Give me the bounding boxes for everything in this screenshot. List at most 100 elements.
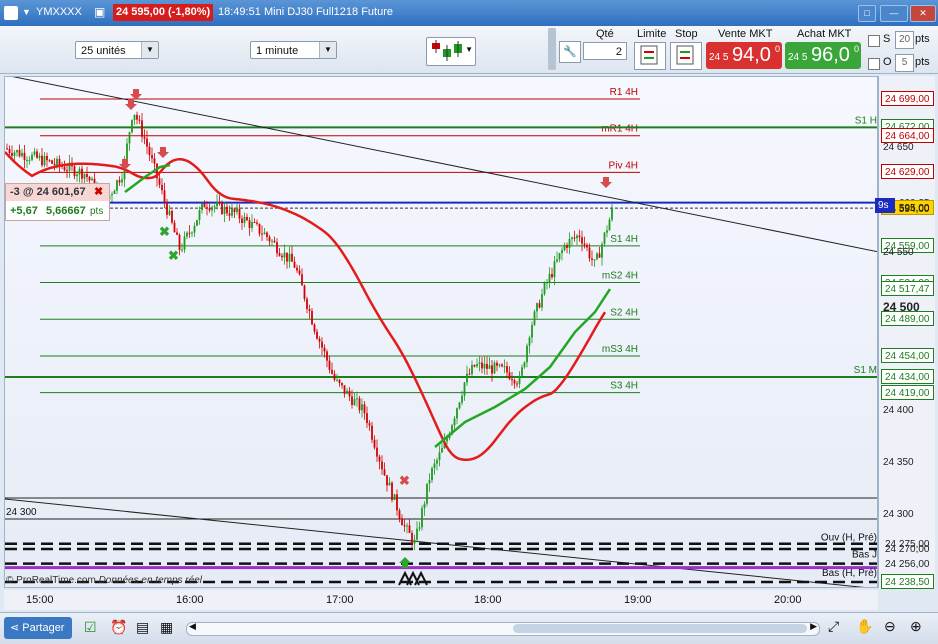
candle-body: [513, 380, 516, 384]
candle-body: [296, 267, 298, 271]
candle-body: [246, 216, 248, 221]
hand-icon[interactable]: ✋: [856, 618, 873, 635]
candle-body: [171, 210, 173, 223]
sell-market-button[interactable]: 24 5 94,0 0: [706, 42, 782, 69]
candle-body: [396, 494, 398, 511]
objective-pts-input[interactable]: 5: [895, 54, 914, 72]
candle-body: [133, 114, 136, 120]
alarm-icon[interactable]: ⏰: [110, 619, 127, 636]
share-button[interactable]: ⋖ Partager: [4, 617, 72, 639]
candle-body: [366, 413, 368, 424]
candle-body: [533, 311, 536, 325]
limit-order-button[interactable]: [634, 42, 666, 70]
countdown-tag: 9s: [875, 197, 895, 213]
stop-order-button[interactable]: [670, 42, 702, 70]
zoom-in-icon[interactable]: ⊕: [910, 618, 922, 635]
sell-arrow-icon: [130, 89, 142, 100]
close-icon[interactable]: ✕: [910, 5, 936, 22]
time-scrollbar[interactable]: ◀ ▶: [186, 621, 820, 636]
candle-body: [73, 166, 76, 177]
price-axis[interactable]: 24 699,0024 672,0024 664,0024 629,0024 6…: [875, 76, 935, 589]
candle-body: [571, 237, 573, 240]
price-chart[interactable]: R1 4H mR1 4H Piv 4H S1 4H mS2 4H S2 4H mS3 4H S…: [4, 76, 878, 588]
scroll-left-icon[interactable]: ◀: [189, 621, 196, 632]
level-label: S3 4H: [610, 381, 638, 392]
calendar-icon[interactable]: ▦: [160, 619, 173, 636]
favorite-star-icon[interactable]: ▣: [94, 4, 105, 21]
stop-pts-input[interactable]: 20: [895, 31, 914, 49]
scroll-right-icon[interactable]: ▶: [810, 621, 817, 632]
candle-body: [391, 482, 393, 500]
stop-checkbox[interactable]: [868, 35, 880, 47]
close-position-icon[interactable]: ✖: [94, 185, 103, 198]
candle-body: [591, 258, 593, 260]
zoom-out-icon[interactable]: ⊖: [884, 618, 896, 635]
candle-body: [408, 525, 411, 533]
candle-body: [276, 242, 278, 254]
candle-body: [421, 508, 423, 528]
wrench-icon[interactable]: 🔧: [559, 41, 581, 63]
candle-body: [28, 159, 31, 161]
candle-body: [521, 367, 523, 376]
candlestick-icon: [432, 40, 462, 61]
units-select[interactable]: 25 unités ▼: [75, 41, 159, 59]
objective-checkbox[interactable]: [868, 58, 880, 70]
candle-body: [116, 180, 118, 191]
candle-body: [493, 362, 496, 374]
candle-body: [468, 373, 471, 375]
chevron-down-icon[interactable]: ▼: [319, 42, 336, 58]
interval-select-value: 1 minute: [256, 45, 299, 57]
price-axis-tick: 24 400: [883, 404, 914, 416]
candle-body: [428, 480, 431, 484]
sell-market-label: Vente MKT: [718, 28, 773, 40]
restore-icon[interactable]: □: [858, 5, 876, 22]
checklist-icon[interactable]: ☑: [84, 619, 97, 636]
time-axis[interactable]: 15:00 16:00 17:00 18:00 19:00 20:00: [4, 590, 878, 610]
candle-body: [441, 448, 443, 453]
chart-type-button[interactable]: ▼: [426, 37, 476, 66]
candle-body: [326, 351, 328, 361]
price-axis-box: 24 664,00: [881, 127, 934, 143]
chevron-down-icon[interactable]: ▼: [465, 45, 473, 54]
candle-body: [216, 202, 218, 207]
candles-group: [6, 111, 613, 551]
position-box[interactable]: -3 @ 24 601,67 ✖ +5,67 5,66667 pts: [5, 183, 110, 221]
units-select-value: 25 unités: [81, 45, 126, 57]
candle-body: [343, 385, 346, 394]
candle-body: [46, 155, 48, 161]
price-change-badge: 24 595,00 (-1,80%): [113, 4, 214, 21]
candle-body: [388, 482, 391, 486]
candle-body: [241, 218, 243, 223]
candle-body: [398, 510, 401, 519]
minimize-icon[interactable]: —: [880, 5, 908, 22]
candle-body: [43, 155, 46, 166]
chevron-down-icon[interactable]: ▼: [22, 4, 31, 21]
candle-body: [461, 395, 463, 403]
candle-body: [183, 236, 186, 250]
stop-order-icon: [676, 45, 694, 65]
buy-market-button[interactable]: 24 5 96,0 0: [785, 42, 861, 69]
candle-body: [311, 310, 313, 325]
list-icon[interactable]: ▤: [136, 619, 149, 636]
expand-icon[interactable]: ⤢: [828, 618, 839, 635]
candle-body: [111, 193, 113, 196]
quantity-input[interactable]: 2: [583, 42, 627, 60]
app-icon: [4, 6, 18, 20]
candle-body: [21, 152, 23, 157]
candle-body: [411, 532, 413, 544]
candle-body: [416, 528, 418, 540]
candle-body: [298, 270, 301, 275]
symbol-label[interactable]: YMXXXX: [36, 4, 82, 21]
share-icon: ⋖: [10, 622, 20, 634]
chart-canvas[interactable]: R1 4H mR1 4H Piv 4H S1 4H mS2 4H S2 4H mS3 4H S…: [5, 77, 878, 588]
position-order: -3 @ 24 601,67: [10, 186, 86, 198]
candle-body: [256, 222, 258, 224]
interval-select[interactable]: 1 minute ▼: [250, 41, 337, 59]
candle-body: [211, 207, 213, 211]
chevron-down-icon[interactable]: ▼: [141, 42, 158, 58]
scrollbar-thumb[interactable]: [513, 624, 807, 633]
candle-body: [201, 203, 203, 211]
buy-price-big: 96,0: [811, 44, 850, 66]
candle-body: [501, 364, 503, 367]
sell-price-prefix: 24 5: [709, 52, 729, 63]
